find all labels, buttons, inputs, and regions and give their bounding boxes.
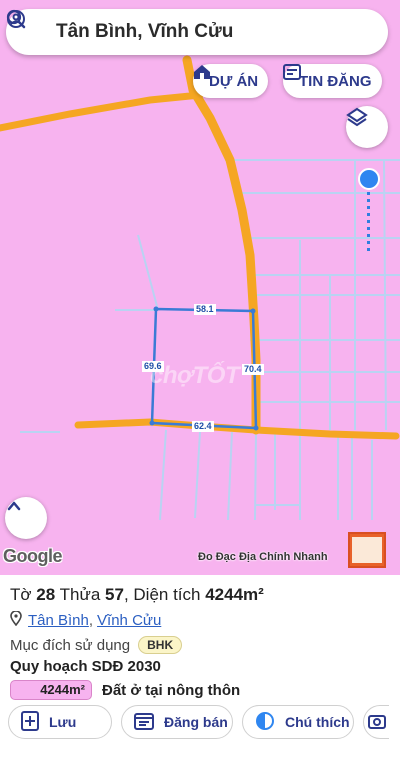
opacity-slider-knob[interactable] xyxy=(358,168,380,190)
watermark: chợTỐT xyxy=(150,362,240,389)
action-bar: Lưu Đăng bán Chú thích xyxy=(8,705,389,739)
sheet-number: 28 xyxy=(36,585,56,604)
google-logo: Google xyxy=(3,546,63,566)
expand-button[interactable] xyxy=(5,497,47,539)
sign-image xyxy=(348,532,386,568)
add-photo-button[interactable] xyxy=(363,705,389,739)
post-label: Đăng bán xyxy=(164,714,228,730)
add-photo-icon xyxy=(368,712,386,733)
parcel-info-sheet: Tờ 28 Thửa 57, Diện tích 4244m² Tân Bình… xyxy=(0,575,400,758)
edge-length-bottom: 62.4 xyxy=(192,421,214,432)
plan-area-description: Đất ở tại nông thôn xyxy=(102,681,241,699)
edge-length-top: 58.1 xyxy=(194,304,216,315)
purpose-badge: BHK xyxy=(138,636,183,654)
projects-label: DỰ ÁN xyxy=(209,72,259,90)
listings-button[interactable]: TIN ĐĂNG xyxy=(283,64,382,98)
parcel-area: 4244m² xyxy=(205,585,264,604)
parcel-number: 57 xyxy=(105,585,124,604)
add-document-icon xyxy=(21,710,39,734)
save-label: Lưu xyxy=(49,714,77,730)
contrast-icon xyxy=(255,711,275,734)
parcel-location: Tân Bình, Vĩnh Cửu xyxy=(10,610,390,630)
save-button[interactable]: Lưu xyxy=(8,705,112,739)
map-pin-icon xyxy=(10,610,22,630)
plan-title: Quy hoạch SDĐ 2030 xyxy=(10,658,161,675)
map-view[interactable]: 58.1 69.6 70.4 62.4 chợTỐT Tân Bình, Vĩn… xyxy=(0,0,400,575)
plan-area-chip: 4244m² xyxy=(10,680,92,700)
usage-purpose: Mục đích sử dụng BHK xyxy=(10,636,390,654)
legend-button[interactable]: Chú thích xyxy=(242,705,354,739)
listings-label: TIN ĐĂNG xyxy=(299,72,372,90)
projects-button[interactable]: DỰ ÁN xyxy=(193,64,269,98)
parcel-summary: Tờ 28 Thửa 57, Diện tích 4244m² xyxy=(10,585,390,605)
parcel-prefix: Thửa xyxy=(55,585,106,604)
sheet-prefix: Tờ xyxy=(10,585,37,604)
search-bar[interactable]: Tân Bình, Vĩnh Cửu xyxy=(6,9,388,55)
calendar-list-icon xyxy=(134,712,154,733)
search-icon[interactable] xyxy=(6,9,374,43)
plan-area-row: 4244m² Đất ở tại nông thôn xyxy=(10,680,390,700)
layers-button[interactable] xyxy=(346,106,388,148)
map-credit: Đo Đạc Địa Chính Nhanh xyxy=(198,551,328,563)
search-title: Tân Bình, Vĩnh Cửu xyxy=(56,21,234,42)
post-for-sale-button[interactable]: Đăng bán xyxy=(121,705,233,739)
ward-link[interactable]: Tân Bình xyxy=(28,612,89,629)
legend-label: Chú thích xyxy=(285,714,350,730)
purpose-label: Mục đích sử dụng xyxy=(10,636,131,654)
edge-length-right: 70.4 xyxy=(242,364,264,375)
district-link[interactable]: Vĩnh Cửu xyxy=(97,612,161,629)
area-prefix: , Diện tích xyxy=(123,585,206,604)
